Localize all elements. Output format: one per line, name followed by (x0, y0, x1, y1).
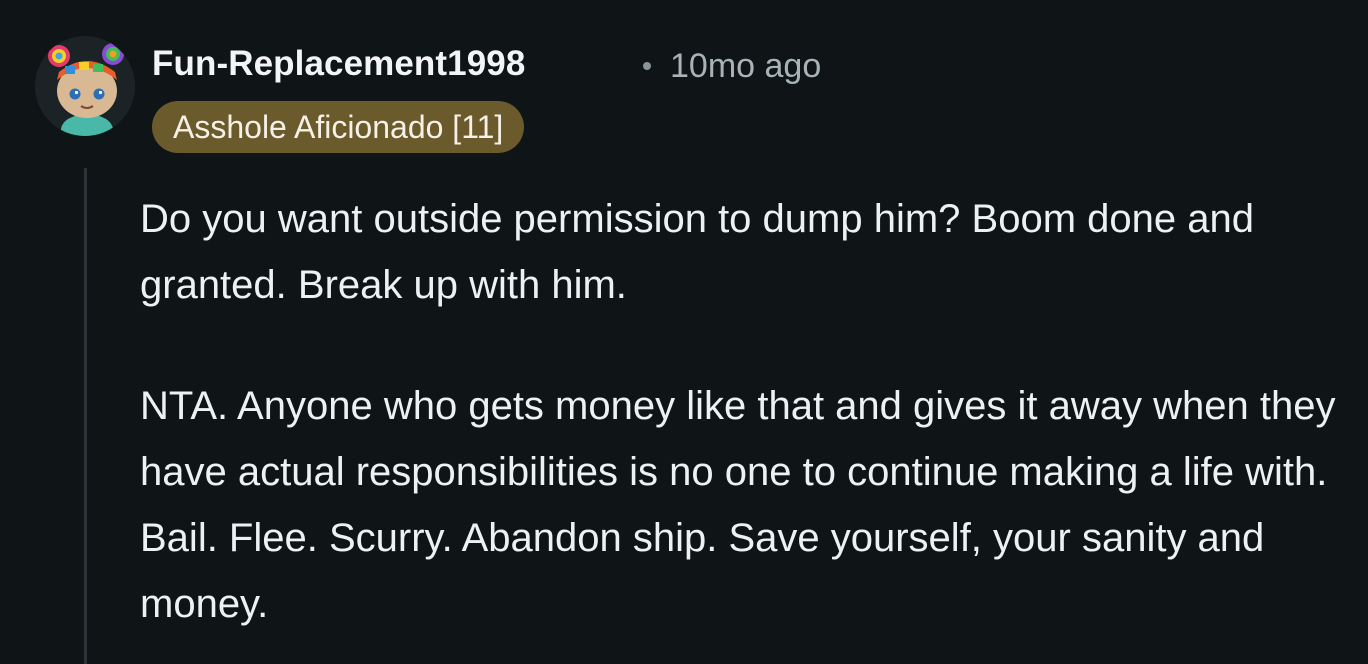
comment: Fun-Replacement1998 10mo ago Asshole Afi… (0, 0, 1368, 664)
user-flair: Asshole Aficionado [11] (152, 101, 525, 153)
snoo-avatar-icon (35, 36, 135, 136)
username-link[interactable]: Fun-Replacement1998 (152, 44, 525, 84)
comment-body: Do you want outside permission to dump h… (140, 186, 1340, 637)
comment-paragraph: Do you want outside permission to dump h… (140, 197, 1254, 307)
separator-dot (643, 62, 651, 70)
comment-paragraph: NTA. Anyone who gets money like that and… (140, 384, 1336, 626)
user-avatar[interactable] (35, 36, 135, 136)
comment-timestamp[interactable]: 10mo ago (670, 47, 821, 86)
thread-line[interactable] (84, 168, 87, 664)
